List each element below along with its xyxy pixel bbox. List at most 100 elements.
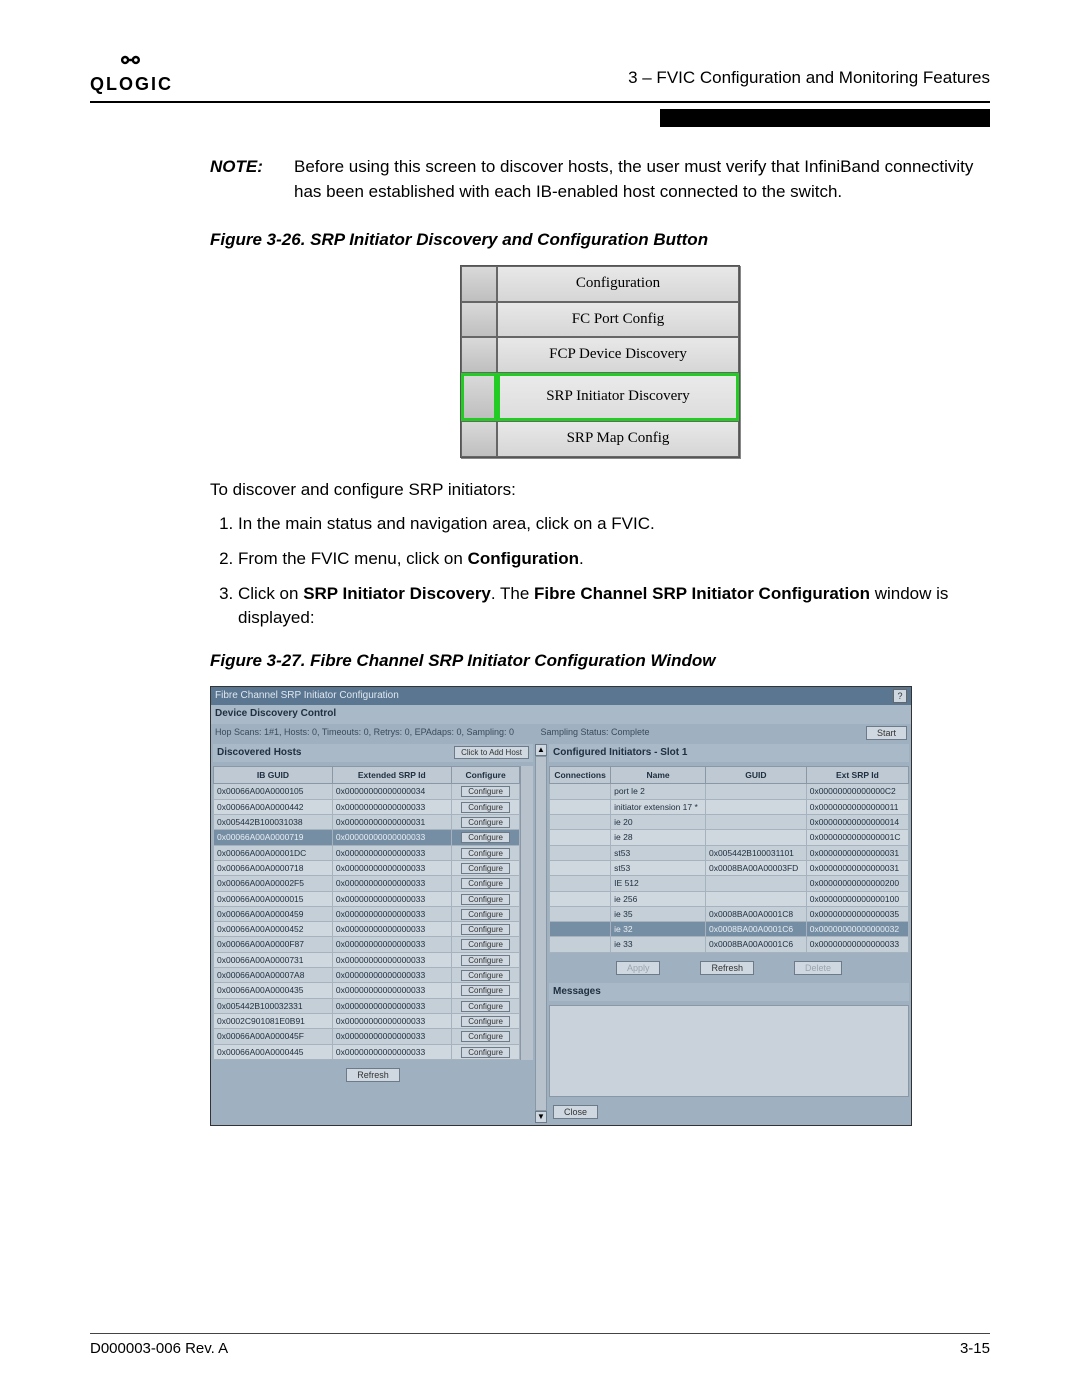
delete-button[interactable]: Delete: [794, 961, 842, 975]
step-3: Click on SRP Initiator Discovery. The Fi…: [238, 582, 990, 631]
cell-ext-srp-id: 0x00000000000000033: [332, 891, 451, 906]
configure-button[interactable]: Configure: [461, 832, 510, 843]
table-row[interactable]: 0x00066A00A0000F870x00000000000000033 Con…: [214, 937, 520, 952]
table-row[interactable]: 0x00066A00A00001DC0x00000000000000033Con…: [214, 845, 520, 860]
cell-ext-srp-id: 0x00000000000000200: [806, 876, 908, 891]
cell-ext-srp-id: 0x00000000000000100: [806, 891, 908, 906]
configure-button[interactable]: Configure: [461, 848, 510, 859]
cell-connections: [550, 814, 611, 829]
help-button[interactable]: ?: [893, 689, 907, 703]
configure-button[interactable]: Configure: [461, 909, 510, 920]
cell-ext-srp-id: 0x00000000000000033: [332, 799, 451, 814]
table-row[interactable]: st530x0008BA00A00003FD0x0000000000000003…: [550, 860, 909, 875]
close-button[interactable]: Close: [553, 1105, 598, 1119]
table-scrollbar[interactable]: [520, 766, 533, 1060]
table-row[interactable]: 0x00066A00A00004450x00000000000000033Con…: [214, 1044, 520, 1059]
configure-button[interactable]: Configure: [461, 1016, 510, 1027]
cell-name: ie 20: [611, 814, 706, 829]
cell-ib-guid: 0x00066A00A00001DC: [214, 845, 333, 860]
cell-ext-srp-id: 0x00000000000000033: [332, 830, 451, 845]
cell-guid: 0x0008BA00A0001C6: [705, 922, 806, 937]
table-row[interactable]: 0x00066A00A00004590x00000000000000033Con…: [214, 906, 520, 921]
table-row[interactable]: st530x005442B1000311010x0000000000000003…: [550, 845, 909, 860]
menu-item-fcp-device-discovery[interactable]: FCP Device Discovery: [497, 337, 739, 373]
configure-button[interactable]: Configure: [461, 786, 510, 797]
table-row[interactable]: ie 350x0008BA00A0001C80x0000000000000003…: [550, 906, 909, 921]
discovered-hosts-title: Discovered Hosts: [217, 746, 301, 761]
cell-ib-guid: 0x00066A00A0000015: [214, 891, 333, 906]
start-button[interactable]: Start: [866, 726, 907, 740]
table-row[interactable]: 0x00066A00A00007190x00000000000000033Con…: [214, 830, 520, 845]
configure-button[interactable]: Configure: [461, 924, 510, 935]
note-block: NOTE: Before using this screen to discov…: [210, 155, 990, 204]
configure-button[interactable]: Configure: [461, 1001, 510, 1012]
figure-26-caption: Figure 3-26. SRP Initiator Discovery and…: [210, 228, 990, 253]
table-row[interactable]: 0x00066A00A00000150x00000000000000033 Con…: [214, 891, 520, 906]
configure-button[interactable]: Configure: [461, 878, 510, 889]
cell-name: st53: [611, 860, 706, 875]
configure-button[interactable]: Configure: [461, 817, 510, 828]
cell-guid: 0x0008BA00A0001C6: [705, 937, 806, 952]
table-row[interactable]: IE 5120x00000000000000200: [550, 876, 909, 891]
cell-ib-guid: 0x00066A00A0000F87: [214, 937, 333, 952]
cell-ext-srp-id: 0x00000000000000034: [332, 784, 451, 799]
cell-ext-srp-id: 0x00000000000000033: [332, 998, 451, 1013]
cell-ext-srp-id: 0x00000000000000031: [332, 814, 451, 829]
step-1: In the main status and navigation area, …: [238, 512, 990, 537]
cell-ext-srp-id: 0x00000000000000033: [332, 876, 451, 891]
table-row[interactable]: ie 320x0008BA00A0001C60x0000000000000003…: [550, 922, 909, 937]
configure-button[interactable]: Configure: [461, 955, 510, 966]
configure-button[interactable]: Configure: [461, 802, 510, 813]
cell-name: initiator extension 17 *: [611, 799, 706, 814]
configure-button[interactable]: Configure: [461, 1031, 510, 1042]
table-row[interactable]: ie 330x0008BA00A0001C60x0000000000000003…: [550, 937, 909, 952]
table-row[interactable]: 0x005442B1000323310x00000000000000033 Con…: [214, 998, 520, 1013]
table-row[interactable]: 0x00066A00A000045F0x00000000000000033Con…: [214, 1029, 520, 1044]
menu-item-configuration[interactable]: Configuration: [497, 266, 739, 302]
cell-guid: [705, 799, 806, 814]
table-row[interactable]: 0x00066A00A00004520x00000000000000033Con…: [214, 922, 520, 937]
table-row[interactable]: 0x005442B1000310380x00000000000000031Con…: [214, 814, 520, 829]
refresh-right-button[interactable]: Refresh: [700, 961, 754, 975]
cell-guid: 0x005442B100031101: [705, 845, 806, 860]
configure-button[interactable]: Configure: [461, 985, 510, 996]
scroll-up-icon[interactable]: ▲: [535, 744, 547, 756]
table-row[interactable]: 0x00066A00A00001050x00000000000000034Con…: [214, 784, 520, 799]
menu-item-srp-map-config[interactable]: SRP Map Config: [497, 421, 739, 457]
cell-ext-srp-id: 0x00000000000000033: [332, 906, 451, 921]
configure-button[interactable]: Configure: [461, 939, 510, 950]
cell-guid: [705, 814, 806, 829]
table-row[interactable]: initiator extension 17 *0x00000000000000…: [550, 799, 909, 814]
configure-button[interactable]: Configure: [461, 863, 510, 874]
table-row[interactable]: 0x00066A00A00004420x00000000000000033Con…: [214, 799, 520, 814]
table-row[interactable]: ie 280x0000000000000001C: [550, 830, 909, 845]
table-row[interactable]: ie 2560x00000000000000100: [550, 891, 909, 906]
menu-item-srp-initiator-discovery[interactable]: SRP Initiator Discovery: [497, 373, 739, 421]
configure-button[interactable]: Configure: [461, 1047, 510, 1058]
add-host-button[interactable]: Click to Add Host: [454, 746, 529, 759]
footer-left: D000003-006 Rev. A: [90, 1340, 228, 1357]
cell-guid: [705, 876, 806, 891]
footer-right: 3-15: [960, 1340, 990, 1357]
table-row[interactable]: port le 20x00000000000000C2: [550, 784, 909, 799]
scroll-down-icon[interactable]: ▼: [535, 1111, 547, 1123]
brand-logo: ⚯ QLOGIC: [90, 50, 173, 95]
cell-ib-guid: 0x005442B100032331: [214, 998, 333, 1013]
cell-name: ie 32: [611, 922, 706, 937]
pane-divider[interactable]: ▲ ▼: [535, 744, 547, 1124]
table-row[interactable]: 0x0002C901081E0B910x00000000000000033Con…: [214, 1014, 520, 1029]
table-row[interactable]: 0x00066A00A00002F50x00000000000000033Con…: [214, 876, 520, 891]
table-row[interactable]: 0x00066A00A00007310x00000000000000033Con…: [214, 952, 520, 967]
table-row[interactable]: 0x00066A00A00004350x00000000000000033Con…: [214, 983, 520, 998]
table-row[interactable]: 0x00066A00A00007A80x00000000000000033Con…: [214, 968, 520, 983]
table-row[interactable]: 0x00066A00A00007180x00000000000000033Con…: [214, 860, 520, 875]
cell-connections: [550, 922, 611, 937]
refresh-left-button[interactable]: Refresh: [346, 1068, 400, 1082]
apply-button[interactable]: Apply: [616, 961, 661, 975]
discovered-hosts-header: Discovered Hosts Click to Add Host: [213, 744, 533, 763]
menu-item-fc-port-config[interactable]: FC Port Config: [497, 302, 739, 338]
configure-button[interactable]: Configure: [461, 970, 510, 981]
configure-button[interactable]: Configure: [461, 894, 510, 905]
cell-ext-srp-id: 0x00000000000000033: [332, 937, 451, 952]
table-row[interactable]: ie 200x00000000000000014: [550, 814, 909, 829]
